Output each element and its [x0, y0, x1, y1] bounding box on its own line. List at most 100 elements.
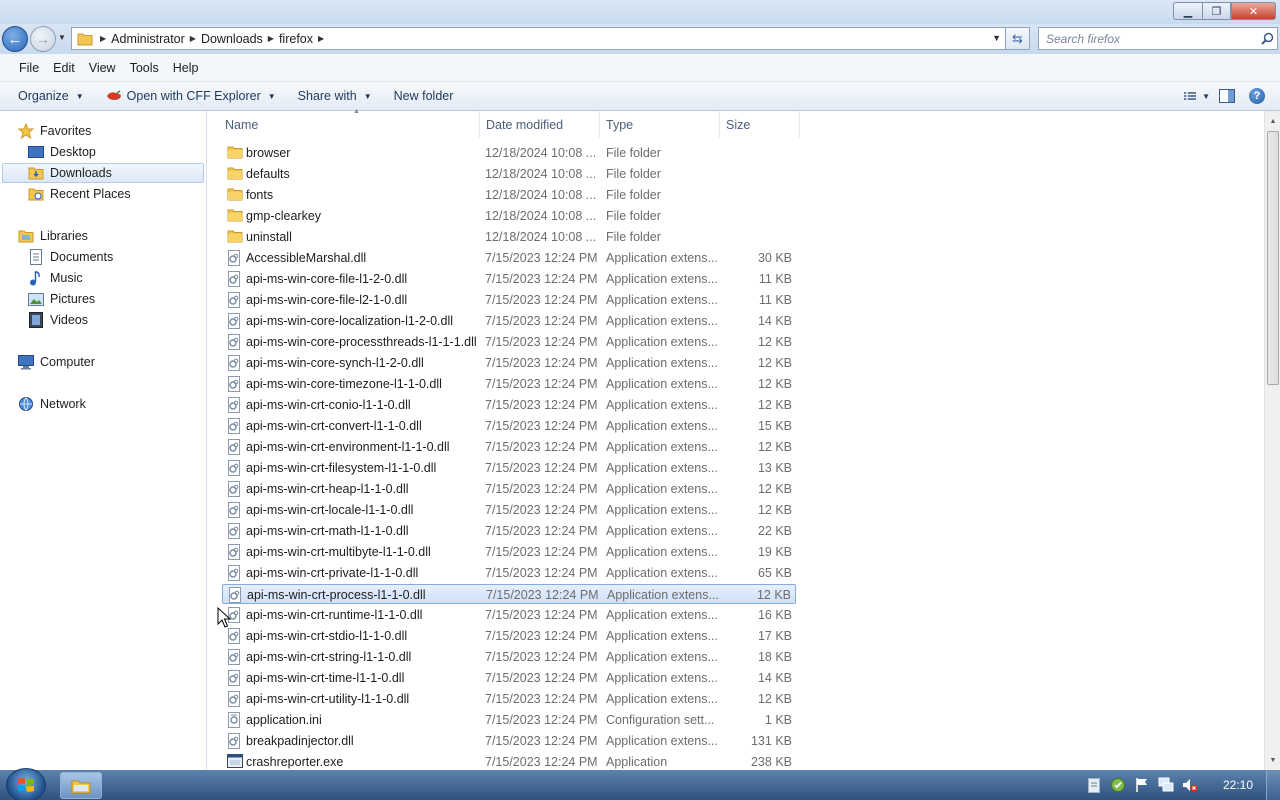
breadcrumb-firefox[interactable]: firefox	[279, 32, 313, 46]
menu-view[interactable]: View	[82, 61, 123, 75]
file-row[interactable]: api-ms-win-core-file-l1-2-0.dll 7/15/2023…	[222, 269, 796, 289]
file-row[interactable]: api-ms-win-crt-convert-l1-1-0.dll 7/15/20…	[222, 416, 796, 436]
breadcrumb-separator-icon[interactable]: ▶	[185, 34, 201, 43]
file-type: Application extens...	[606, 398, 718, 412]
file-row[interactable]: defaults 12/18/2024 10:08 ... File folder	[222, 164, 796, 184]
recent-pages-dropdown[interactable]: ▼	[58, 33, 66, 42]
minimize-button[interactable]: ▁	[1173, 2, 1202, 20]
file-name: api-ms-win-crt-time-l1-1-0.dll	[246, 671, 405, 685]
chevron-down-icon[interactable]: ▼	[1202, 92, 1210, 101]
file-row[interactable]: gmp-clearkey 12/18/2024 10:08 ... File fol…	[222, 206, 796, 226]
scroll-down-icon[interactable]: ▼	[1265, 752, 1280, 768]
address-bar[interactable]: ▶ Administrator ▶ Downloads ▶ firefox ▶ …	[71, 27, 1006, 50]
file-row[interactable]: browser 12/18/2024 10:08 ... File folder	[222, 143, 796, 163]
new-folder-button[interactable]: New folder	[386, 84, 462, 108]
nav-favorites[interactable]: Favorites	[18, 121, 91, 141]
file-row[interactable]: api-ms-win-core-localization-l1-2-0.dll 7…	[222, 311, 796, 331]
nav-pictures[interactable]: Pictures	[28, 289, 95, 309]
start-button[interactable]	[6, 768, 46, 800]
file-row[interactable]: api-ms-win-core-file-l2-1-0.dll 7/15/2023…	[222, 290, 796, 310]
scrollbar-thumb[interactable]	[1267, 131, 1279, 385]
close-button[interactable]: ✕	[1231, 2, 1276, 20]
file-row[interactable]: uninstall 12/18/2024 10:08 ... File folder	[222, 227, 796, 247]
nav-downloads[interactable]: Downloads	[2, 163, 204, 183]
nav-videos[interactable]: Videos	[28, 310, 88, 330]
breadcrumb-administrator[interactable]: Administrator	[111, 32, 185, 46]
help-button[interactable]: ?	[1244, 86, 1270, 106]
file-row[interactable]: api-ms-win-crt-time-l1-1-0.dll 7/15/2023 …	[222, 668, 796, 688]
back-button[interactable]: ←	[2, 26, 28, 52]
file-row[interactable]: AccessibleMarshal.dll 7/15/2023 12:24 PM A…	[222, 248, 796, 268]
nav-libraries[interactable]: Libraries	[18, 226, 88, 246]
nav-music[interactable]: Music	[28, 268, 83, 288]
column-header-date[interactable]: Date modified	[476, 111, 600, 138]
breadcrumb-separator-icon[interactable]: ▶	[263, 34, 279, 43]
file-date-modified: 7/15/2023 12:24 PM	[485, 524, 598, 538]
preview-pane-button[interactable]	[1214, 86, 1240, 106]
scroll-up-icon[interactable]: ▲	[1265, 113, 1280, 129]
file-type: Application extens...	[606, 335, 718, 349]
nav-computer[interactable]: Computer	[18, 352, 95, 372]
nav-recent-places[interactable]: Recent Places	[28, 184, 131, 204]
file-row[interactable]: breakpadinjector.dll 7/15/2023 12:24 PM Ap…	[222, 731, 796, 751]
address-dropdown-icon[interactable]: ▼	[992, 33, 1001, 43]
file-row[interactable]: api-ms-win-core-timezone-l1-1-0.dll 7/15/…	[222, 374, 796, 394]
menu-file[interactable]: File	[12, 61, 46, 75]
forward-button[interactable]: →	[30, 26, 56, 52]
file-row[interactable]: api-ms-win-crt-environment-l1-1-0.dll 7/1…	[222, 437, 796, 457]
menu-edit[interactable]: Edit	[46, 61, 82, 75]
search-icon[interactable]	[1257, 32, 1277, 45]
file-row[interactable]: api-ms-win-crt-string-l1-1-0.dll 7/15/202…	[222, 647, 796, 667]
menu-tools[interactable]: Tools	[123, 61, 166, 75]
column-header-type[interactable]: Type	[596, 111, 720, 138]
column-header-size[interactable]: Size	[716, 111, 800, 138]
folder-icon	[227, 145, 243, 161]
vertical-scrollbar[interactable]: ▲ ▼	[1264, 111, 1280, 770]
file-row[interactable]: api-ms-win-crt-utility-l1-1-0.dll 7/15/20…	[222, 689, 796, 709]
file-row[interactable]: api-ms-win-crt-private-l1-1-0.dll 7/15/20…	[222, 563, 796, 583]
file-row[interactable]: api-ms-win-crt-math-l1-1-0.dll 7/15/2023 …	[222, 521, 796, 541]
share-with-button[interactable]: Share with ▼	[290, 84, 380, 108]
network-tray-icon[interactable]	[1158, 777, 1174, 793]
breadcrumb-separator-icon[interactable]: ▶	[313, 34, 329, 43]
show-desktop-button[interactable]	[1266, 770, 1280, 800]
file-row[interactable]: api-ms-win-crt-runtime-l1-1-0.dll 7/15/20…	[222, 605, 796, 625]
breadcrumb-downloads[interactable]: Downloads	[201, 32, 263, 46]
refresh-button[interactable]: ⇆	[1006, 27, 1030, 50]
file-row[interactable]: api-ms-win-core-processthreads-l1-1-1.dl…	[222, 332, 796, 352]
document-tray-icon[interactable]	[1086, 777, 1102, 793]
volume-muted-icon[interactable]	[1182, 777, 1198, 793]
nav-desktop[interactable]: Desktop	[28, 142, 96, 162]
file-row[interactable]: api-ms-win-crt-locale-l1-1-0.dll 7/15/202…	[222, 500, 796, 520]
organize-button[interactable]: Organize ▼	[10, 84, 92, 108]
maximize-button[interactable]: ❐	[1202, 2, 1231, 20]
file-row[interactable]: application.ini 7/15/2023 12:24 PM Configu…	[222, 710, 796, 730]
nav-documents[interactable]: Documents	[28, 247, 113, 267]
file-row[interactable]: fonts 12/18/2024 10:08 ... File folder	[222, 185, 796, 205]
column-size-label: Size	[726, 117, 751, 132]
file-row[interactable]: api-ms-win-crt-heap-l1-1-0.dll 7/15/2023 …	[222, 479, 796, 499]
file-row[interactable]: crashreporter.exe 7/15/2023 12:24 PM Appli…	[222, 752, 796, 772]
file-row[interactable]: api-ms-win-crt-multibyte-l1-1-0.dll 7/15/…	[222, 542, 796, 562]
clock[interactable]: 22:10	[1210, 778, 1266, 792]
file-row[interactable]: api-ms-win-crt-conio-l1-1-0.dll 7/15/2023…	[222, 395, 796, 415]
file-name: api-ms-win-crt-process-l1-1-0.dll	[247, 588, 426, 602]
file-row[interactable]: api-ms-win-crt-filesystem-l1-1-0.dll 7/15…	[222, 458, 796, 478]
dll-file-icon	[227, 523, 243, 539]
change-view-button[interactable]: ▼	[1184, 86, 1210, 106]
search-input[interactable]: Search firefox	[1038, 27, 1278, 50]
taskbar-explorer-button[interactable]	[60, 772, 102, 799]
minimize-icon: ▁	[1183, 4, 1193, 18]
file-date-modified: 12/18/2024 10:08 ...	[485, 146, 597, 160]
open-with-cff-explorer-button[interactable]: Open with CFF Explorer ▼	[98, 84, 284, 108]
file-row[interactable]: api-ms-win-crt-stdio-l1-1-0.dll 7/15/2023…	[222, 626, 796, 646]
nav-network[interactable]: Network	[18, 394, 86, 414]
column-header-name[interactable]: ▲ Name	[215, 108, 480, 138]
breadcrumb-separator-icon[interactable]: ▶	[95, 34, 111, 43]
action-center-flag-icon[interactable]	[1134, 777, 1150, 793]
dll-file-icon	[227, 355, 243, 371]
menu-help[interactable]: Help	[166, 61, 206, 75]
security-tray-icon[interactable]	[1110, 777, 1126, 793]
file-row[interactable]: api-ms-win-crt-process-l1-1-0.dll 7/15/20…	[222, 584, 796, 604]
file-row[interactable]: api-ms-win-core-synch-l1-2-0.dll 7/15/202…	[222, 353, 796, 373]
